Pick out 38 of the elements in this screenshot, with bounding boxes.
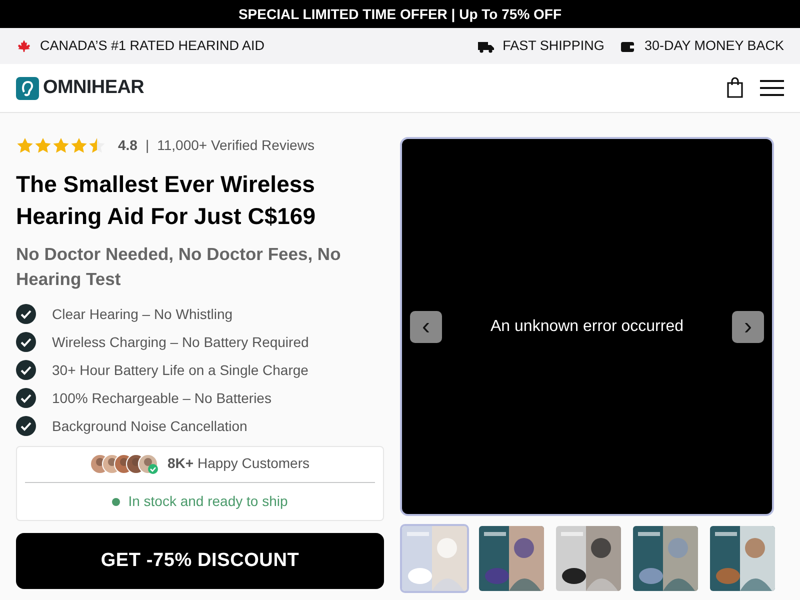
- wallet-icon: [620, 39, 636, 53]
- tagline: CANADA’S #1 RATED HEARIND AID: [40, 36, 265, 55]
- benefit-text: FAST SHIPPING: [502, 36, 604, 55]
- benefit-text: 30-DAY MONEY BACK: [644, 36, 784, 55]
- maple-leaf-icon: [16, 39, 32, 53]
- logo-text[interactable]: OMNIHEAR: [43, 74, 144, 102]
- star-icon: [16, 137, 34, 154]
- next-button[interactable]: ›: [732, 310, 764, 342]
- check-icon: [16, 332, 36, 352]
- cart-icon[interactable]: [726, 76, 744, 100]
- star-icon: [34, 137, 52, 154]
- previous-button[interactable]: ‹: [410, 310, 442, 342]
- feature-text: 100% Rechargeable – No Batteries: [52, 388, 272, 408]
- feature-text: Clear Hearing – No Whistling: [52, 304, 233, 324]
- check-icon: [16, 360, 36, 380]
- feature-text: 30+ Hour Battery Life on a Single Charge: [52, 360, 308, 380]
- promo-text: SPECIAL LIMITED TIME OFFER | Up To 75% OFF: [238, 4, 562, 24]
- star-icon: [88, 137, 106, 154]
- review-count: 11,000+ Verified Reviews: [157, 136, 314, 155]
- stock-status: In stock and ready to ship: [128, 492, 288, 511]
- error-message: An unknown error occurred: [490, 316, 684, 336]
- status-dot-icon: [112, 498, 120, 506]
- star-icon: [70, 137, 88, 154]
- product-title: The Smallest Ever Wireless Hearing Aid For Just C$169: [16, 170, 317, 231]
- feature-text: Wireless Charging – No Battery Required: [52, 332, 309, 352]
- feature-text: Background Noise Cancellation: [52, 416, 248, 436]
- customer-avatars-icon: [90, 454, 160, 474]
- subtitle: No Doctor Needed, No Doctor Fees, No Hearing Test: [16, 243, 342, 291]
- separator: |: [145, 136, 150, 155]
- check-icon: [16, 304, 36, 324]
- customer-count: 8K+ Happy Customers: [167, 454, 310, 473]
- ear-logo-icon: [16, 76, 39, 100]
- star-icon: [52, 137, 70, 154]
- rating-score: 4.8: [118, 136, 138, 155]
- discount-button[interactable]: GET -75% DISCOUNT: [16, 533, 384, 589]
- check-icon: [16, 388, 36, 408]
- check-icon: [16, 416, 36, 436]
- truck-icon: [476, 39, 495, 53]
